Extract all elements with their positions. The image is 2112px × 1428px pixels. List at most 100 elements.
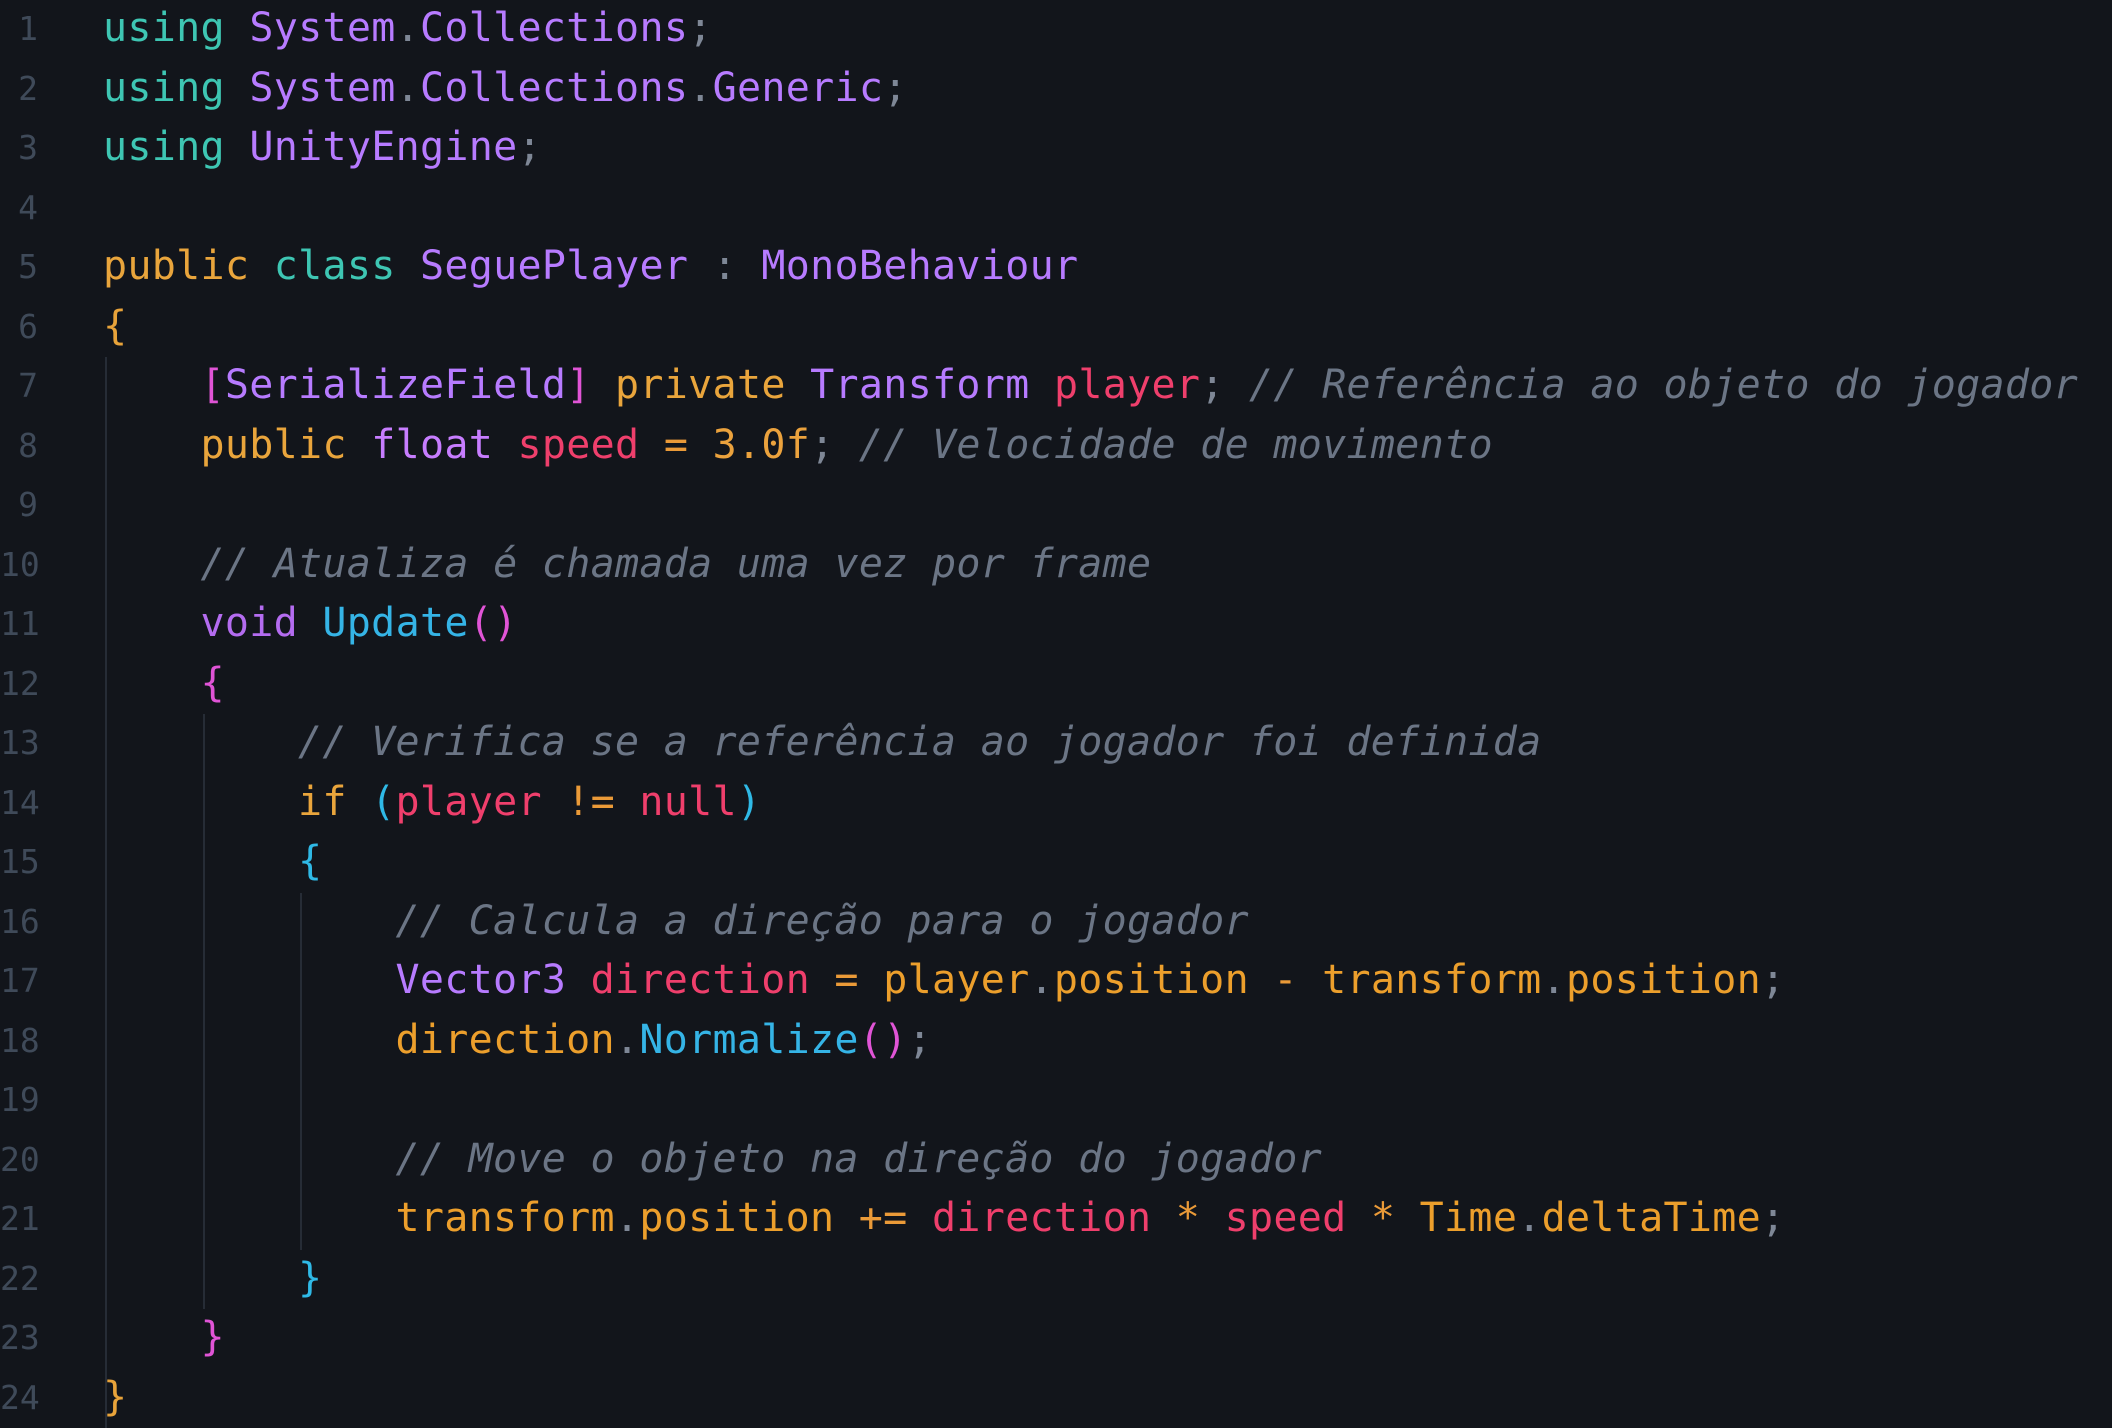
code-line[interactable]: 4 — [0, 179, 2112, 239]
code-text: if (player != null) — [298, 773, 761, 833]
code-token: . — [1030, 957, 1054, 1003]
code-line[interactable]: 12{ — [0, 655, 2112, 715]
code-token — [1225, 362, 1249, 408]
code-text: } — [298, 1249, 322, 1309]
code-token: player — [883, 957, 1029, 1003]
code-text: public float speed = 3.0f; // Velocidade… — [201, 416, 1493, 476]
code-token: using — [103, 5, 225, 51]
line-number: 3 — [0, 118, 38, 178]
code-line[interactable]: 15{ — [0, 833, 2112, 893]
line-number: 8 — [0, 416, 38, 476]
code-text: Vector3 direction = player.position - tr… — [396, 951, 1786, 1011]
code-line[interactable]: 21transform.position += direction * spee… — [0, 1190, 2112, 1250]
code-text: { — [298, 832, 322, 892]
code-token: ) — [737, 779, 761, 825]
code-token: } — [201, 1314, 225, 1360]
code-token: . — [396, 65, 420, 111]
code-token: transform — [396, 1195, 615, 1241]
code-token — [347, 779, 371, 825]
code-token — [810, 957, 834, 1003]
line-number: 18 — [0, 1011, 38, 1071]
code-line[interactable]: 8 public float speed = 3.0f; // Velocidad… — [0, 417, 2112, 477]
code-token: != — [566, 779, 615, 825]
code-token: System — [249, 5, 395, 51]
code-token: Update — [322, 600, 468, 646]
code-token — [1395, 1195, 1419, 1241]
code-token: = — [664, 422, 688, 468]
code-token — [591, 362, 615, 408]
code-token: * — [1176, 1195, 1200, 1241]
code-line[interactable]: 13// Verifica se a referência ao jogador… — [0, 714, 2112, 774]
code-token: ; — [810, 422, 834, 468]
code-token: void — [201, 600, 299, 646]
code-token: SerializeField — [225, 362, 566, 408]
code-token — [1347, 1195, 1371, 1241]
code-token: player — [396, 779, 542, 825]
code-line[interactable]: 11void Update() — [0, 595, 2112, 655]
code-token — [249, 243, 273, 289]
code-text: // Atualiza é chamada uma vez por frame — [201, 535, 1152, 595]
code-token — [1200, 1195, 1224, 1241]
code-line[interactable]: 6{ — [0, 298, 2112, 358]
code-line[interactable]: 14if (player != null) — [0, 774, 2112, 834]
code-token: float — [371, 422, 493, 468]
line-number: 1 — [0, 0, 38, 59]
code-token: . — [615, 1195, 639, 1241]
code-line[interactable]: 19 — [0, 1071, 2112, 1131]
code-token — [834, 1195, 858, 1241]
code-line[interactable]: 22} — [0, 1250, 2112, 1310]
code-token — [542, 779, 566, 825]
code-line[interactable]: 10// Atualiza é chamada uma vez por fram… — [0, 536, 2112, 596]
code-token: ; — [1761, 1195, 1785, 1241]
code-token — [493, 422, 517, 468]
code-token: . — [1542, 957, 1566, 1003]
code-token: SeguePlayer — [420, 243, 688, 289]
code-token — [1030, 362, 1054, 408]
code-token: transform — [1322, 957, 1541, 1003]
code-token: public — [103, 243, 249, 289]
code-line[interactable]: 9 — [0, 476, 2112, 536]
code-token: ; — [688, 5, 712, 51]
code-line[interactable]: 7[SerializeField] private Transform play… — [0, 357, 2112, 417]
code-editor[interactable]: 1 using System.Collections; 2 using System.… — [0, 0, 2112, 1425]
code-line[interactable]: 16 // Calcula a direção para o jogador — [0, 893, 2112, 953]
code-token — [908, 1195, 932, 1241]
code-line[interactable]: 3using UnityEngine; — [0, 119, 2112, 179]
code-token: 3.0f — [713, 422, 811, 468]
code-line[interactable]: 17Vector3 direction = player.position - … — [0, 952, 2112, 1012]
code-token: . — [396, 5, 420, 51]
code-comment: // Atualiza é chamada uma vez por frame — [201, 541, 1152, 587]
code-token: speed — [1225, 1195, 1347, 1241]
code-line[interactable]: 5public class SeguePlayer : MonoBehaviou… — [0, 238, 2112, 298]
code-token: * — [1371, 1195, 1395, 1241]
code-line[interactable]: 20 // Move o objeto na direção do jogador — [0, 1131, 2112, 1191]
code-token: position — [639, 1195, 834, 1241]
code-text: { — [103, 297, 127, 357]
code-line[interactable]: 23} — [0, 1309, 2112, 1369]
code-text: // Calcula a direção para o jogador — [396, 892, 1249, 952]
code-token: ; — [518, 124, 542, 170]
code-line[interactable]: 18direction.Normalize(); — [0, 1012, 2112, 1072]
code-text: using System.Collections; — [103, 0, 713, 59]
code-token: speed — [518, 422, 640, 468]
line-number: 22 — [0, 1249, 38, 1309]
code-token — [859, 957, 883, 1003]
line-number: 11 — [0, 594, 38, 654]
line-number: 24 — [0, 1368, 38, 1428]
code-token: . — [615, 1017, 639, 1063]
code-token — [1249, 957, 1273, 1003]
code-line[interactable]: 2using System.Collections.Generic; — [0, 60, 2112, 120]
code-line[interactable]: 24} — [0, 1369, 2112, 1428]
code-token — [225, 124, 249, 170]
line-number: 2 — [0, 59, 38, 119]
code-token: using — [103, 65, 225, 111]
code-text: // Move o objeto na direção do jogador — [396, 1130, 1323, 1190]
code-line[interactable]: 1 using System.Collections; — [0, 0, 2112, 60]
code-token — [639, 422, 663, 468]
code-token: class — [274, 243, 396, 289]
code-token — [225, 5, 249, 51]
line-number: 13 — [0, 713, 38, 773]
line-number: 16 — [0, 892, 38, 952]
code-token: { — [201, 660, 225, 706]
line-number: 20 — [0, 1130, 38, 1190]
